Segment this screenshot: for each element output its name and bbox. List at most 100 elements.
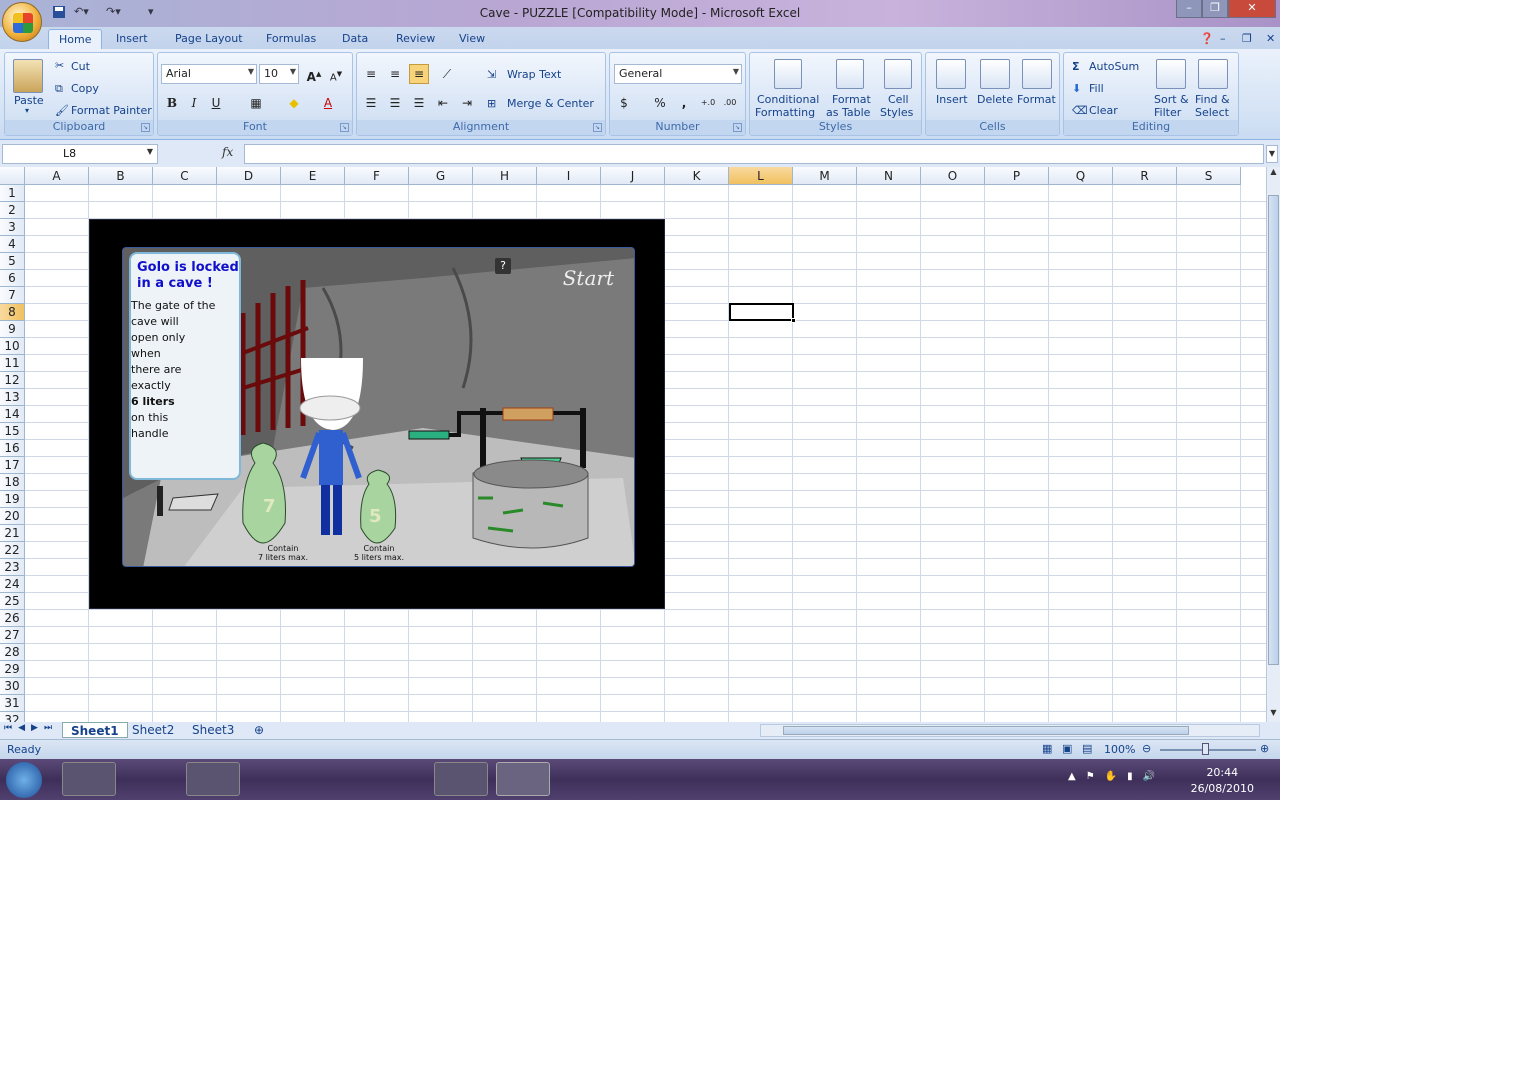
comma-button[interactable]: , xyxy=(674,93,694,113)
row-header-18[interactable]: 18 xyxy=(0,474,25,491)
alignment-launcher-icon[interactable]: ↘ xyxy=(593,123,602,132)
row-header-3[interactable]: 3 xyxy=(0,219,25,236)
column-header-d[interactable]: D xyxy=(217,167,281,185)
bold-icon[interactable]: B xyxy=(162,93,182,113)
row-header-19[interactable]: 19 xyxy=(0,491,25,508)
zoom-out-icon[interactable]: ⊖ xyxy=(1142,742,1151,755)
merge-center-button[interactable]: Merge & Center xyxy=(507,97,594,110)
vertical-scrollbar[interactable]: ▲ ▼ xyxy=(1266,167,1280,722)
align-bottom-icon[interactable]: ≡ xyxy=(409,64,429,84)
cell-styles-icon[interactable] xyxy=(884,59,912,89)
tab-review[interactable]: Review xyxy=(386,29,445,49)
align-top-icon[interactable]: ≡ xyxy=(361,64,381,84)
explorer-taskbar-icon[interactable] xyxy=(62,762,116,796)
column-header-k[interactable]: K xyxy=(665,167,729,185)
worksheet-grid[interactable]: ABCDEFGHIJKLMNOPQRS 1 2 3 4 5 6 7 8 9 10 11 12 13 14 1… xyxy=(0,167,1266,722)
row-header-4[interactable]: 4 xyxy=(0,236,25,253)
number-launcher-icon[interactable]: ↘ xyxy=(733,123,742,132)
sheet-nav-icons[interactable]: ⏮◀▶⏭ xyxy=(4,723,58,733)
font-launcher-icon[interactable]: ↘ xyxy=(340,123,349,132)
yahoo-messenger-taskbar-icon[interactable] xyxy=(372,762,426,796)
format-as-table-label-2[interactable]: as Table xyxy=(826,106,870,119)
increase-decimal-icon[interactable]: +.0 xyxy=(698,93,718,113)
column-header-h[interactable]: H xyxy=(473,167,537,185)
format-cells-button[interactable]: Format xyxy=(1017,93,1056,106)
sort-filter-label-1[interactable]: Sort & xyxy=(1154,93,1189,106)
font-size-combo[interactable]: 10 ▼ xyxy=(259,64,299,84)
expand-formula-bar-icon[interactable]: ▼ xyxy=(1266,145,1278,163)
grow-font-icon[interactable]: A▲ xyxy=(304,64,324,84)
tab-sheet3[interactable]: Sheet3 xyxy=(184,722,242,738)
help-button[interactable]: ? xyxy=(495,258,511,274)
delete-cells-button[interactable]: Delete xyxy=(977,93,1013,106)
format-painter-icon[interactable]: 🖌 xyxy=(55,104,69,117)
column-header-m[interactable]: M xyxy=(793,167,857,185)
scroll-down-icon[interactable]: ▼ xyxy=(1267,708,1280,722)
font-name-combo[interactable]: Arial ▼ xyxy=(161,64,257,84)
row-header-16[interactable]: 16 xyxy=(0,440,25,457)
italic-icon[interactable]: I xyxy=(184,93,204,113)
find-select-label-1[interactable]: Find & xyxy=(1195,93,1230,106)
ribbon-close-icon[interactable]: ✕ xyxy=(1256,29,1280,49)
conditional-formatting-label-1[interactable]: Conditional xyxy=(757,93,819,106)
tab-view[interactable]: View xyxy=(449,29,495,49)
column-header-q[interactable]: Q xyxy=(1049,167,1113,185)
tab-data[interactable]: Data xyxy=(332,29,378,49)
conditional-formatting-icon[interactable] xyxy=(774,59,802,89)
number-format-combo[interactable]: General ▼ xyxy=(614,64,742,84)
row-header-20[interactable]: 20 xyxy=(0,508,25,525)
skype-taskbar-icon[interactable] xyxy=(434,762,488,796)
chrome-taskbar-icon[interactable] xyxy=(186,762,240,796)
increase-indent-icon[interactable]: ⇥ xyxy=(457,93,477,113)
column-header-p[interactable]: P xyxy=(985,167,1049,185)
format-as-table-label-1[interactable]: Format xyxy=(832,93,871,106)
column-header-e[interactable]: E xyxy=(281,167,345,185)
wrap-text-icon[interactable]: ⇲ xyxy=(487,68,496,81)
wrap-text-button[interactable]: Wrap Text xyxy=(507,68,561,81)
minimize-button[interactable]: – xyxy=(1176,0,1202,18)
selected-cell[interactable] xyxy=(729,303,796,323)
find-select-icon[interactable] xyxy=(1198,59,1228,89)
column-header-g[interactable]: G xyxy=(409,167,473,185)
row-header-29[interactable]: 29 xyxy=(0,661,25,678)
horizontal-scrollbar[interactable] xyxy=(760,724,1260,737)
fill-icon[interactable]: ⬇ xyxy=(1072,82,1081,95)
column-header-a[interactable]: A xyxy=(25,167,89,185)
name-box[interactable]: L8 ▼ xyxy=(2,144,158,164)
column-header-f[interactable]: F xyxy=(345,167,409,185)
cut-icon[interactable]: ✂ xyxy=(55,59,64,72)
number-format-dropdown-icon[interactable]: ▼ xyxy=(733,67,739,76)
insert-cells-icon[interactable] xyxy=(936,59,966,89)
tab-formulas[interactable]: Formulas xyxy=(256,29,326,49)
select-all-corner[interactable] xyxy=(0,167,25,185)
sort-filter-icon[interactable] xyxy=(1156,59,1186,89)
row-header-32[interactable]: 32 xyxy=(0,712,25,722)
excel-taskbar-icon[interactable] xyxy=(496,762,550,796)
ie-taskbar-icon[interactable] xyxy=(124,762,178,796)
tab-page-layout[interactable]: Page Layout xyxy=(165,29,253,49)
row-header-9[interactable]: 9 xyxy=(0,321,25,338)
row-header-21[interactable]: 21 xyxy=(0,525,25,542)
align-right-icon[interactable]: ☰ xyxy=(409,93,429,113)
borders-icon[interactable]: ▦ xyxy=(246,93,266,113)
page-layout-view-icon[interactable]: ▣ xyxy=(1062,742,1072,755)
font-size-dropdown-icon[interactable]: ▼ xyxy=(290,67,296,76)
normal-view-icon[interactable]: ▦ xyxy=(1042,742,1052,755)
copy-button[interactable]: Copy xyxy=(71,82,99,95)
media-player-taskbar-icon[interactable] xyxy=(248,762,302,796)
tab-sheet1[interactable]: Sheet1 xyxy=(62,722,128,738)
column-header-i[interactable]: I xyxy=(537,167,601,185)
clipboard-launcher-icon[interactable]: ↘ xyxy=(141,123,150,132)
shrink-font-icon[interactable]: A▼ xyxy=(326,64,346,84)
format-as-table-icon[interactable] xyxy=(836,59,864,89)
cut-button[interactable]: Cut xyxy=(71,60,90,73)
align-middle-icon[interactable]: ≡ xyxy=(385,64,405,84)
zoom-level[interactable]: 100% xyxy=(1104,743,1135,756)
row-header-15[interactable]: 15 xyxy=(0,423,25,440)
clear-button[interactable]: Clear xyxy=(1089,104,1118,117)
format-cells-icon[interactable] xyxy=(1022,59,1052,89)
accounting-format-icon[interactable]: $ xyxy=(614,93,634,113)
column-header-j[interactable]: J xyxy=(601,167,665,185)
row-header-30[interactable]: 30 xyxy=(0,678,25,695)
cell-styles-label-2[interactable]: Styles xyxy=(880,106,913,119)
